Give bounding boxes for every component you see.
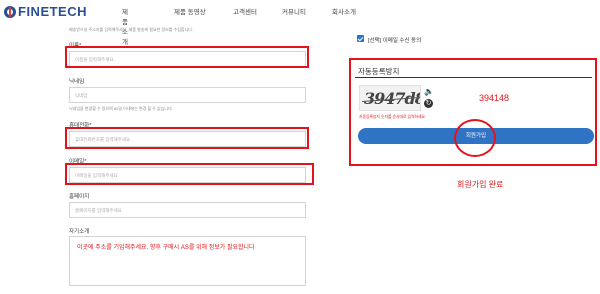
name-highlight bbox=[65, 46, 309, 68]
signup-circle-annotation bbox=[454, 119, 496, 157]
nav-support[interactable]: 고객센터 bbox=[233, 6, 273, 16]
site-header: FINETECH 제품소개 제품 동영상 고객센터 커뮤니티 회사소개 bbox=[0, 0, 600, 46]
nickname-note: 닉네임을 변경할 수 있으며 60일 이내에는 변경 할 수 없습니다. bbox=[69, 106, 173, 111]
signup-complete-annotation: 회원가입 완료 bbox=[457, 180, 504, 189]
nav-community[interactable]: 커뮤니티 bbox=[282, 6, 322, 16]
nav-videos[interactable]: 제품 동영상 bbox=[174, 6, 234, 16]
email-optin-checkbox[interactable] bbox=[357, 35, 364, 42]
captcha-image: 3947d8 bbox=[359, 85, 421, 111]
captcha-title: 자동등록방지 bbox=[358, 67, 400, 76]
intro-label: 자기소개 bbox=[69, 229, 90, 235]
speaker-icon[interactable]: 🔈 bbox=[424, 87, 434, 96]
phone-highlight bbox=[65, 127, 309, 149]
homepage-field[interactable]: 홈페이지를 입력해주세요. bbox=[69, 202, 306, 218]
logo[interactable]: FINETECH bbox=[4, 4, 87, 19]
captcha-note: 자동등록방지 숫자를 순서대로 입력하세요. bbox=[359, 115, 427, 119]
homepage-label: 홈페이지 bbox=[69, 194, 90, 200]
logo-text: FINETECH bbox=[18, 4, 87, 19]
email-optin-label: [선택] 이메일 수신 동의 bbox=[368, 38, 422, 44]
intro-text: 이곳에 주소를 기입해주세요. 향후 구매시 AS를 위해 정보가 필요합니다 bbox=[77, 245, 255, 251]
refresh-icon[interactable]: ↻ bbox=[424, 99, 433, 108]
logo-mark-icon bbox=[4, 5, 16, 18]
email-highlight bbox=[65, 163, 314, 185]
nav-products[interactable]: 제품소개 bbox=[122, 6, 128, 46]
form-hint: 배송받으실 주소지를 입력해주세요. 제품 발송에 필요한 정보를 수집합니다. bbox=[69, 27, 194, 32]
nickname-label: 닉네임 bbox=[69, 79, 85, 85]
captcha-divider bbox=[355, 77, 592, 78]
nav-company[interactable]: 회사소개 bbox=[332, 6, 372, 16]
captcha-input-value: 394148 bbox=[479, 93, 510, 103]
nickname-field[interactable]: 닉네임 bbox=[69, 87, 306, 103]
captcha-input[interactable] bbox=[437, 89, 587, 107]
